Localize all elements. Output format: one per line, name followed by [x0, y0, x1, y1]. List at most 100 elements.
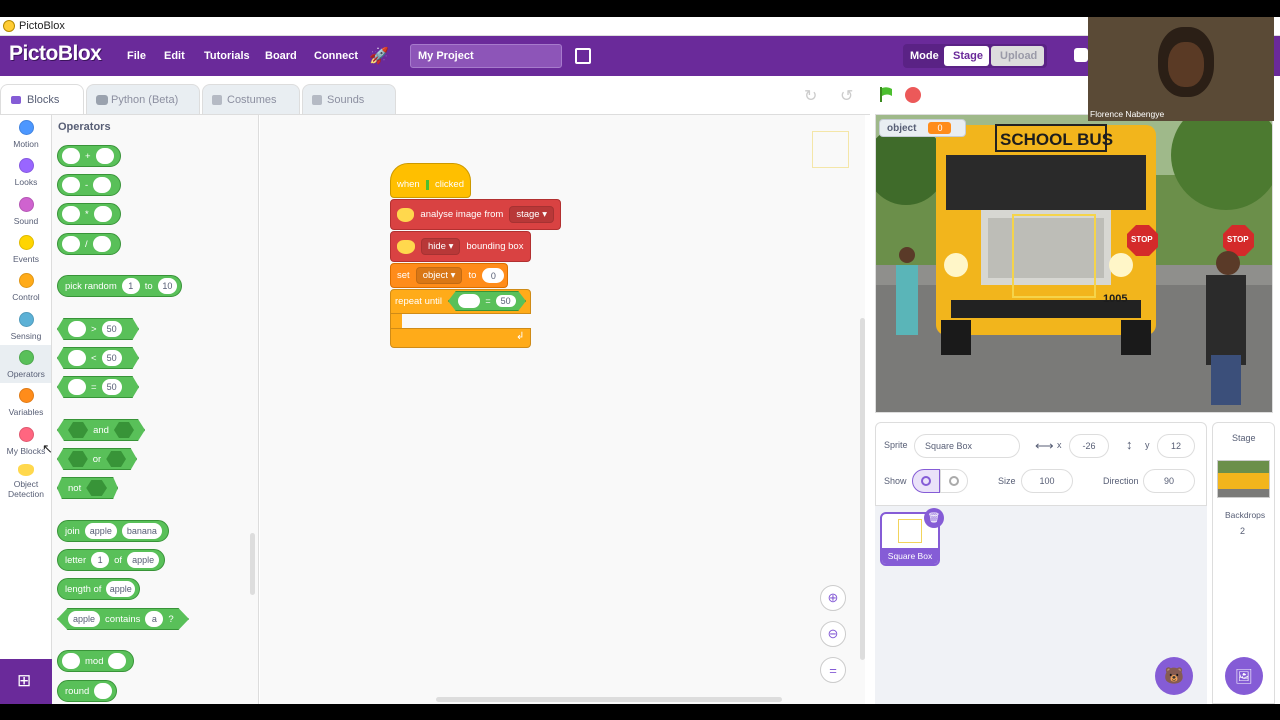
tab-python[interactable]: Python (Beta): [86, 84, 200, 114]
sprite-size-input[interactable]: 100: [1021, 469, 1073, 493]
or-block[interactable]: or: [57, 448, 137, 470]
and-block[interactable]: and: [57, 419, 145, 441]
divide-block[interactable]: /: [57, 233, 121, 255]
gt-slot-b[interactable]: 50: [101, 321, 122, 337]
save-icon[interactable]: [575, 48, 591, 64]
zoom-reset-button[interactable]: =: [820, 657, 846, 683]
mode-stage-button[interactable]: Stage: [944, 46, 989, 66]
category-operators[interactable]: Operators: [0, 350, 52, 379]
sprite-x-input[interactable]: -26: [1069, 434, 1109, 458]
round-slot[interactable]: [94, 683, 113, 699]
menu-edit[interactable]: Edit: [164, 50, 185, 62]
or-slot-b[interactable]: [106, 451, 126, 467]
add-sprite-button[interactable]: 🐻: [1155, 657, 1193, 695]
redo-icon[interactable]: ↻: [804, 86, 817, 106]
length-slot[interactable]: apple: [106, 581, 135, 597]
menu-file[interactable]: File: [127, 50, 146, 62]
tab-sounds[interactable]: Sounds: [302, 84, 396, 114]
category-sound[interactable]: Sound: [0, 197, 52, 226]
category-variables[interactable]: Variables: [0, 388, 52, 417]
category-sensing[interactable]: Sensing: [0, 312, 52, 341]
or-slot-a[interactable]: [68, 451, 88, 467]
lt-slot-a[interactable]: [68, 350, 86, 366]
add-block[interactable]: +: [57, 145, 121, 167]
equals-block[interactable]: = 50: [57, 376, 139, 398]
repeat-until-block[interactable]: repeat until = 50 ↲: [390, 289, 531, 349]
subtract-slot-a[interactable]: [62, 177, 80, 193]
undo-icon[interactable]: ↺: [840, 86, 853, 106]
pick-random-from[interactable]: 1: [121, 278, 140, 294]
set-variable-dropdown[interactable]: object ▾: [415, 267, 463, 284]
add-extension-button[interactable]: ⊞: [0, 659, 52, 704]
script-area-horizontal-scrollbar[interactable]: [436, 697, 782, 702]
add-slot-a[interactable]: [62, 148, 80, 164]
repeat-condition-value[interactable]: 50: [495, 295, 516, 307]
mode-upload-button[interactable]: Upload: [991, 46, 1044, 66]
category-control[interactable]: Control: [0, 273, 52, 302]
greater-than-block[interactable]: >50: [57, 318, 139, 340]
stage-thumbnail[interactable]: [1217, 460, 1270, 498]
eq-slot-a[interactable]: [68, 379, 86, 395]
mod-block[interactable]: mod: [57, 650, 134, 672]
bbox-visibility-dropdown[interactable]: hide ▾: [421, 238, 461, 255]
not-block[interactable]: not: [57, 477, 118, 499]
mod-slot-b[interactable]: [108, 653, 127, 669]
join-slot-b[interactable]: banana: [121, 523, 162, 539]
repeat-condition-slot-a[interactable]: [458, 294, 481, 308]
contains-slot-word[interactable]: apple: [68, 611, 101, 627]
category-motion[interactable]: Motion: [0, 120, 52, 149]
feedback-icon[interactable]: [1074, 48, 1088, 62]
gt-slot-a[interactable]: [68, 321, 86, 337]
sprite-direction-input[interactable]: 90: [1143, 469, 1195, 493]
length-of-block[interactable]: length of apple: [57, 578, 140, 600]
lt-slot-b[interactable]: 50: [101, 350, 122, 366]
subtract-slot-b[interactable]: [93, 177, 112, 193]
analyse-image-block[interactable]: analyse image from stage ▾: [390, 199, 561, 230]
green-flag-icon[interactable]: [879, 86, 895, 102]
project-name-input[interactable]: My Project: [410, 44, 562, 68]
multiply-block[interactable]: *: [57, 203, 121, 225]
when-flag-clicked-block[interactable]: when clicked: [390, 163, 471, 198]
letter-slot-word[interactable]: apple: [127, 552, 160, 568]
eq-slot-b[interactable]: 50: [101, 379, 122, 395]
round-block[interactable]: round: [57, 680, 117, 702]
show-hidden-button[interactable]: [940, 469, 968, 493]
script-area-vertical-scrollbar[interactable]: [860, 318, 865, 660]
extension-rocket-icon[interactable]: 🚀: [369, 46, 389, 66]
category-object-detection[interactable]: Object Detection: [0, 464, 52, 499]
category-looks[interactable]: Looks: [0, 158, 52, 187]
menu-connect[interactable]: Connect: [314, 50, 358, 62]
divide-slot-b[interactable]: [92, 236, 111, 252]
zoom-out-button[interactable]: ⊖: [820, 621, 846, 647]
multiply-slot-a[interactable]: [62, 206, 80, 222]
not-slot[interactable]: [86, 480, 107, 496]
menu-board[interactable]: Board: [265, 50, 297, 62]
bounding-box-block[interactable]: hide ▾ bounding box: [390, 231, 531, 262]
multiply-slot-b[interactable]: [93, 206, 112, 222]
stop-icon[interactable]: [905, 87, 921, 103]
mod-slot-a[interactable]: [62, 653, 80, 669]
menu-tutorials[interactable]: Tutorials: [204, 50, 250, 62]
variable-monitor[interactable]: object 0: [879, 119, 966, 137]
letter-of-block[interactable]: letter 1 of apple: [57, 549, 165, 571]
show-visible-button[interactable]: [912, 469, 940, 493]
and-slot-b[interactable]: [113, 422, 134, 438]
analyse-source-dropdown[interactable]: stage ▾: [509, 206, 554, 223]
tab-costumes[interactable]: Costumes: [202, 84, 300, 114]
delete-sprite-button[interactable]: 🗑: [924, 508, 944, 528]
pick-random-to[interactable]: 10: [157, 278, 177, 294]
category-events[interactable]: Events: [0, 235, 52, 264]
pick-random-block[interactable]: pick random 1 to 10: [57, 275, 182, 297]
tab-blocks[interactable]: Blocks: [0, 84, 84, 114]
divide-slot-a[interactable]: [62, 236, 80, 252]
set-value-slot[interactable]: 0: [482, 268, 505, 283]
less-than-block[interactable]: <50: [57, 347, 139, 369]
sprite-name-input[interactable]: Square Box: [914, 434, 1020, 458]
join-slot-a[interactable]: apple: [84, 523, 117, 539]
join-block[interactable]: join apple banana: [57, 520, 169, 542]
add-backdrop-button[interactable]: 🖼: [1225, 657, 1263, 695]
pictoblox-logo[interactable]: PictoBlox: [9, 42, 102, 66]
contains-block[interactable]: apple contains a?: [57, 608, 189, 630]
add-slot-b[interactable]: [95, 148, 114, 164]
contains-slot-ch[interactable]: a: [145, 611, 164, 627]
